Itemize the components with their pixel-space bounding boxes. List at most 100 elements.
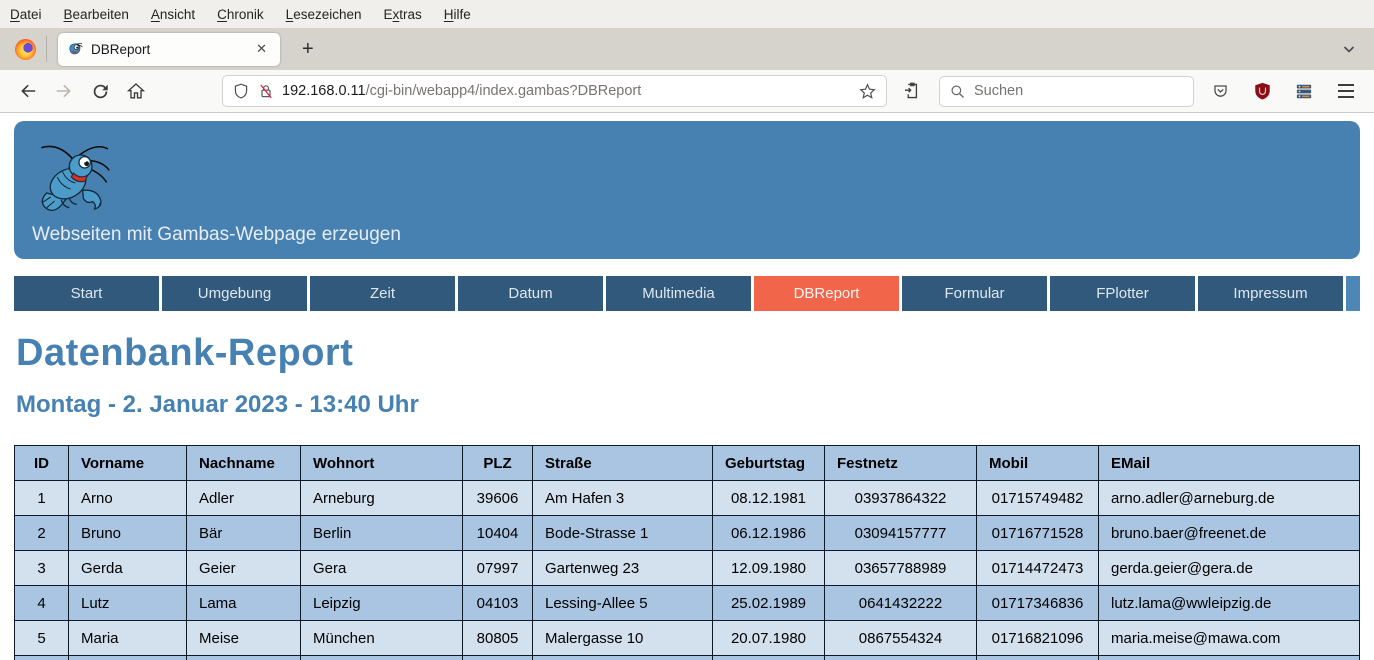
cell-festnetz: 0867554324 <box>825 621 977 656</box>
bookmark-star-icon[interactable] <box>859 83 876 100</box>
cell-nachname: Adler <box>187 481 301 516</box>
nav-item-dbreport[interactable]: DBReport <box>754 276 899 311</box>
cell-mobil: 01715749482 <box>977 481 1099 516</box>
insecure-lock-icon[interactable] <box>258 83 274 99</box>
menu-extras[interactable]: Extras <box>384 7 422 22</box>
nav-item-datum[interactable]: Datum <box>458 276 603 311</box>
hamburger-menu-icon[interactable] <box>1330 84 1362 97</box>
url-text: 192.168.0.11/cgi-bin/webapp4/index.gamba… <box>282 83 859 99</box>
clipboard-icon[interactable] <box>895 75 927 107</box>
search-magnifier-icon <box>950 84 965 99</box>
cell-strasse: Gartenweg 23 <box>533 551 713 586</box>
col-header-wohnort: Wohnort <box>301 446 463 481</box>
nav-item-formular[interactable]: Formular <box>902 276 1047 311</box>
navigation-toolbar: 192.168.0.11/cgi-bin/webapp4/index.gamba… <box>0 70 1374 113</box>
reload-icon[interactable] <box>84 75 116 107</box>
url-path: /cgi-bin/webapp4/index.gambas?DBReport <box>366 83 642 99</box>
col-header-festnetz: Festnetz <box>825 446 977 481</box>
cell-vorname: Gerda <box>69 551 187 586</box>
col-header-id: ID <box>15 446 69 481</box>
nav-item-umgebung[interactable]: Umgebung <box>162 276 307 311</box>
table-row-partial <box>15 656 1360 660</box>
cell-plz: 39606 <box>463 481 533 516</box>
col-header-nachname: Nachname <box>187 446 301 481</box>
cell-wohnort: Leipzig <box>301 586 463 621</box>
menu-chronik[interactable]: Chronik <box>217 7 264 22</box>
col-header-email: EMail <box>1099 446 1360 481</box>
menu-datei[interactable]: Datei <box>10 7 42 22</box>
nav-item-zeit[interactable]: Zeit <box>310 276 455 311</box>
new-tab-button[interactable]: + <box>296 38 320 61</box>
gambas-mascot-logo <box>32 133 112 225</box>
home-icon[interactable] <box>120 75 152 107</box>
cell-festnetz: 03937864322 <box>825 481 977 516</box>
table-header-row: ID Vorname Nachname Wohnort PLZ Straße G… <box>15 446 1360 481</box>
cell-id: 3 <box>15 551 69 586</box>
cell-id: 4 <box>15 586 69 621</box>
cell-email: gerda.geier@gera.de <box>1099 551 1360 586</box>
cell-strasse: Am Hafen 3 <box>533 481 713 516</box>
tracking-shield-icon[interactable] <box>233 83 249 99</box>
gambas-favicon-icon <box>67 41 83 57</box>
cell-id: 1 <box>15 481 69 516</box>
col-header-plz: PLZ <box>463 446 533 481</box>
database-report-table: ID Vorname Nachname Wohnort PLZ Straße G… <box>14 445 1360 660</box>
cell-festnetz: 0641432222 <box>825 586 977 621</box>
cell-mobil: 01714472473 <box>977 551 1099 586</box>
url-bar[interactable]: 192.168.0.11/cgi-bin/webapp4/index.gamba… <box>222 75 887 107</box>
col-header-strasse: Straße <box>533 446 713 481</box>
nav-item-multimedia[interactable]: Multimedia <box>606 276 751 311</box>
cell-geburtstag: 12.09.1980 <box>713 551 825 586</box>
tab-overflow-chevron-icon[interactable] <box>1342 42 1356 56</box>
pocket-icon[interactable] <box>1204 75 1236 107</box>
search-input[interactable]: Suchen <box>939 76 1194 107</box>
menu-bearbeiten[interactable]: Bearbeiten <box>64 7 129 22</box>
tab-close-icon[interactable]: ✕ <box>252 39 271 59</box>
nav-filler <box>1346 276 1360 311</box>
nav-item-impressum[interactable]: Impressum <box>1198 276 1343 311</box>
site-navbar: Start Umgebung Zeit Datum Multimedia DBR… <box>14 276 1360 311</box>
cell-id: 2 <box>15 516 69 551</box>
menu-lesezeichen[interactable]: Lesezeichen <box>286 7 362 22</box>
cell-mobil: 01716821096 <box>977 621 1099 656</box>
cell-email: arno.adler@arneburg.de <box>1099 481 1360 516</box>
table-row: 1 Arno Adler Arneburg 39606 Am Hafen 3 0… <box>15 481 1360 516</box>
col-header-geburtstag: Geburtstag <box>713 446 825 481</box>
firefox-logo-icon[interactable] <box>10 34 40 64</box>
nav-item-start[interactable]: Start <box>14 276 159 311</box>
cell-vorname: Arno <box>69 481 187 516</box>
ublock-shield-icon[interactable] <box>1246 75 1278 107</box>
tabstrip-divider <box>46 36 47 62</box>
forward-icon[interactable] <box>48 75 80 107</box>
menu-hilfe[interactable]: Hilfe <box>444 7 471 22</box>
cell-vorname: Maria <box>69 621 187 656</box>
back-icon[interactable] <box>12 75 44 107</box>
cell-festnetz: 03657788989 <box>825 551 977 586</box>
page-subtitle: Montag - 2. Januar 2023 - 13:40 Uhr <box>16 391 1374 419</box>
table-row: 2 Bruno Bär Berlin 10404 Bode-Strasse 1 … <box>15 516 1360 551</box>
cell-email: lutz.lama@wwleipzig.de <box>1099 586 1360 621</box>
page-title: Datenbank-Report <box>16 332 1374 375</box>
cell-email: bruno.baer@freenet.de <box>1099 516 1360 551</box>
tab-strip: DBReport ✕ + <box>0 28 1374 70</box>
server-extension-icon[interactable] <box>1288 75 1320 107</box>
search-placeholder: Suchen <box>974 83 1023 99</box>
col-header-vorname: Vorname <box>69 446 187 481</box>
cell-nachname: Meise <box>187 621 301 656</box>
cell-email: maria.meise@mawa.com <box>1099 621 1360 656</box>
cell-geburtstag: 25.02.1989 <box>713 586 825 621</box>
cell-plz: 07997 <box>463 551 533 586</box>
cell-wohnort: Berlin <box>301 516 463 551</box>
url-host: 192.168.0.11 <box>282 83 366 99</box>
cell-id: 5 <box>15 621 69 656</box>
browser-menubar: Datei Bearbeiten Ansicht Chronik Lesezei… <box>0 0 1374 28</box>
browser-tab-dbreport[interactable]: DBReport ✕ <box>58 33 280 66</box>
table-row: 3 Gerda Geier Gera 07997 Gartenweg 23 12… <box>15 551 1360 586</box>
nav-item-fplotter[interactable]: FPlotter <box>1050 276 1195 311</box>
table-row: 5 Maria Meise München 80805 Malergasse 1… <box>15 621 1360 656</box>
cell-nachname: Lama <box>187 586 301 621</box>
cell-wohnort: Gera <box>301 551 463 586</box>
table-row: 4 Lutz Lama Leipzig 04103 Lessing-Allee … <box>15 586 1360 621</box>
cell-vorname: Lutz <box>69 586 187 621</box>
menu-ansicht[interactable]: Ansicht <box>151 7 195 22</box>
